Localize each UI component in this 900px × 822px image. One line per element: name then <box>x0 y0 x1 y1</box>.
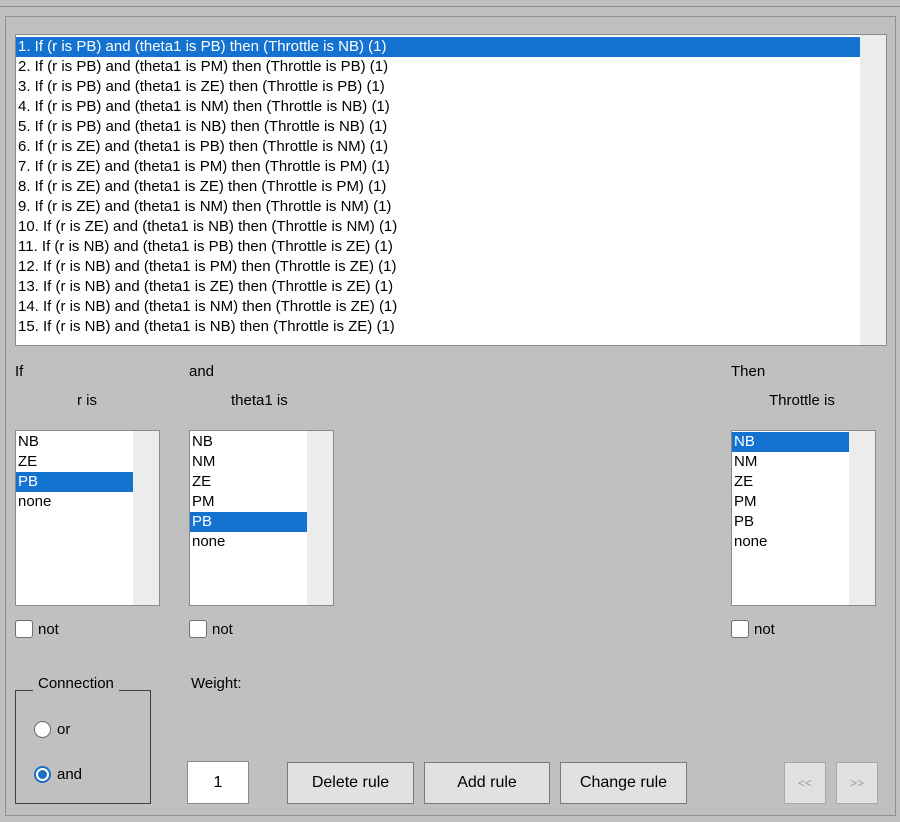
rule-list-item[interactable]: 6. If (r is ZE) and (theta1 is PB) then … <box>16 137 860 157</box>
connection-label: Connection <box>33 675 119 692</box>
theta1-list-scrollbar[interactable] <box>307 431 333 605</box>
rule-list-item[interactable]: 1. If (r is PB) and (theta1 is PB) then … <box>16 37 860 57</box>
rule-list-item[interactable]: 8. If (r is ZE) and (theta1 is ZE) then … <box>16 177 860 197</box>
rule-list-item[interactable]: 14. If (r is NB) and (theta1 is NM) then… <box>16 297 860 317</box>
connection-group <box>15 690 151 804</box>
and-radio-label: and <box>57 766 83 783</box>
theta1-option[interactable]: NM <box>190 452 307 472</box>
theta1-option[interactable]: none <box>190 532 307 552</box>
r-list-scrollbar[interactable] <box>133 431 159 605</box>
weight-label: Weight: <box>191 675 242 692</box>
then-label: Then <box>731 363 766 380</box>
rule-list-item[interactable]: 7. If (r is ZE) and (theta1 is PM) then … <box>16 157 860 177</box>
r-is-label: r is <box>77 392 97 409</box>
rule-list-item[interactable]: 11. If (r is NB) and (theta1 is PB) then… <box>16 237 860 257</box>
rule-list-item[interactable]: 13. If (r is NB) and (theta1 is ZE) then… <box>16 277 860 297</box>
previous-button[interactable]: << <box>784 762 826 804</box>
rules-list-scrollbar[interactable] <box>860 35 886 345</box>
throttle-option[interactable]: none <box>732 532 849 552</box>
theta1-option[interactable]: NB <box>190 432 307 452</box>
throttle-option[interactable]: NB <box>732 432 849 452</box>
if-label: If <box>15 363 24 380</box>
r-option[interactable]: none <box>16 492 133 512</box>
add-rule-button[interactable]: Add rule <box>424 762 550 804</box>
rule-list-item[interactable]: 15. If (r is NB) and (theta1 is NB) then… <box>16 317 860 337</box>
throttle-option[interactable]: PB <box>732 512 849 532</box>
delete-rule-button[interactable]: Delete rule <box>287 762 414 804</box>
checkbox-box[interactable] <box>731 620 749 638</box>
r-option[interactable]: PB <box>16 472 133 492</box>
rule-list-item[interactable]: 12. If (r is NB) and (theta1 is PM) then… <box>16 257 860 277</box>
theta1-option[interactable]: PB <box>190 512 307 532</box>
rule-list-item[interactable]: 9. If (r is ZE) and (theta1 is NM) then … <box>16 197 860 217</box>
r-option[interactable]: ZE <box>16 452 133 472</box>
theta1-list[interactable]: NB NM ZE PM PB none <box>189 430 334 606</box>
throttle-option[interactable]: NM <box>732 452 849 472</box>
next-button[interactable]: >> <box>836 762 878 804</box>
and-label: and <box>189 363 215 380</box>
throttle-list-scrollbar[interactable] <box>849 431 875 605</box>
rule-list-item[interactable]: 10. If (r is ZE) and (theta1 is NB) then… <box>16 217 860 237</box>
theta1-option[interactable]: ZE <box>190 472 307 492</box>
theta1-not-label: not <box>212 620 233 638</box>
rule-list-item[interactable]: 2. If (r is PB) and (theta1 is PM) then … <box>16 57 860 77</box>
or-radio[interactable]: or <box>34 721 70 738</box>
throttle-option[interactable]: PM <box>732 492 849 512</box>
theta1-not-checkbox[interactable]: not <box>189 620 233 638</box>
theta1-is-label: theta1 is <box>231 392 288 409</box>
throttle-not-label: not <box>754 620 775 638</box>
and-radio[interactable]: and <box>34 766 82 783</box>
rule-list-item[interactable]: 3. If (r is PB) and (theta1 is ZE) then … <box>16 77 860 97</box>
theta1-option[interactable]: PM <box>190 492 307 512</box>
weight-input[interactable]: 1 <box>187 761 249 804</box>
r-option[interactable]: NB <box>16 432 133 452</box>
r-not-label: not <box>38 620 59 638</box>
checkbox-box[interactable] <box>15 620 33 638</box>
throttle-option[interactable]: ZE <box>732 472 849 492</box>
or-radio-label: or <box>57 721 71 738</box>
rules-list[interactable]: 1. If (r is PB) and (theta1 is PB) then … <box>15 34 887 346</box>
checkbox-box[interactable] <box>189 620 207 638</box>
rule-list-item[interactable]: 4. If (r is PB) and (theta1 is NM) then … <box>16 97 860 117</box>
r-not-checkbox[interactable]: not <box>15 620 59 638</box>
r-list[interactable]: NB ZE PB none <box>15 430 160 606</box>
rule-list-item[interactable]: 5. If (r is PB) and (theta1 is NB) then … <box>16 117 860 137</box>
change-rule-button[interactable]: Change rule <box>560 762 687 804</box>
throttle-is-label: Throttle is <box>769 392 835 409</box>
throttle-list[interactable]: NB NM ZE PM PB none <box>731 430 876 606</box>
radio-button-icon[interactable] <box>34 766 51 783</box>
radio-button-icon[interactable] <box>34 721 51 738</box>
throttle-not-checkbox[interactable]: not <box>731 620 775 638</box>
top-separator <box>0 6 900 7</box>
